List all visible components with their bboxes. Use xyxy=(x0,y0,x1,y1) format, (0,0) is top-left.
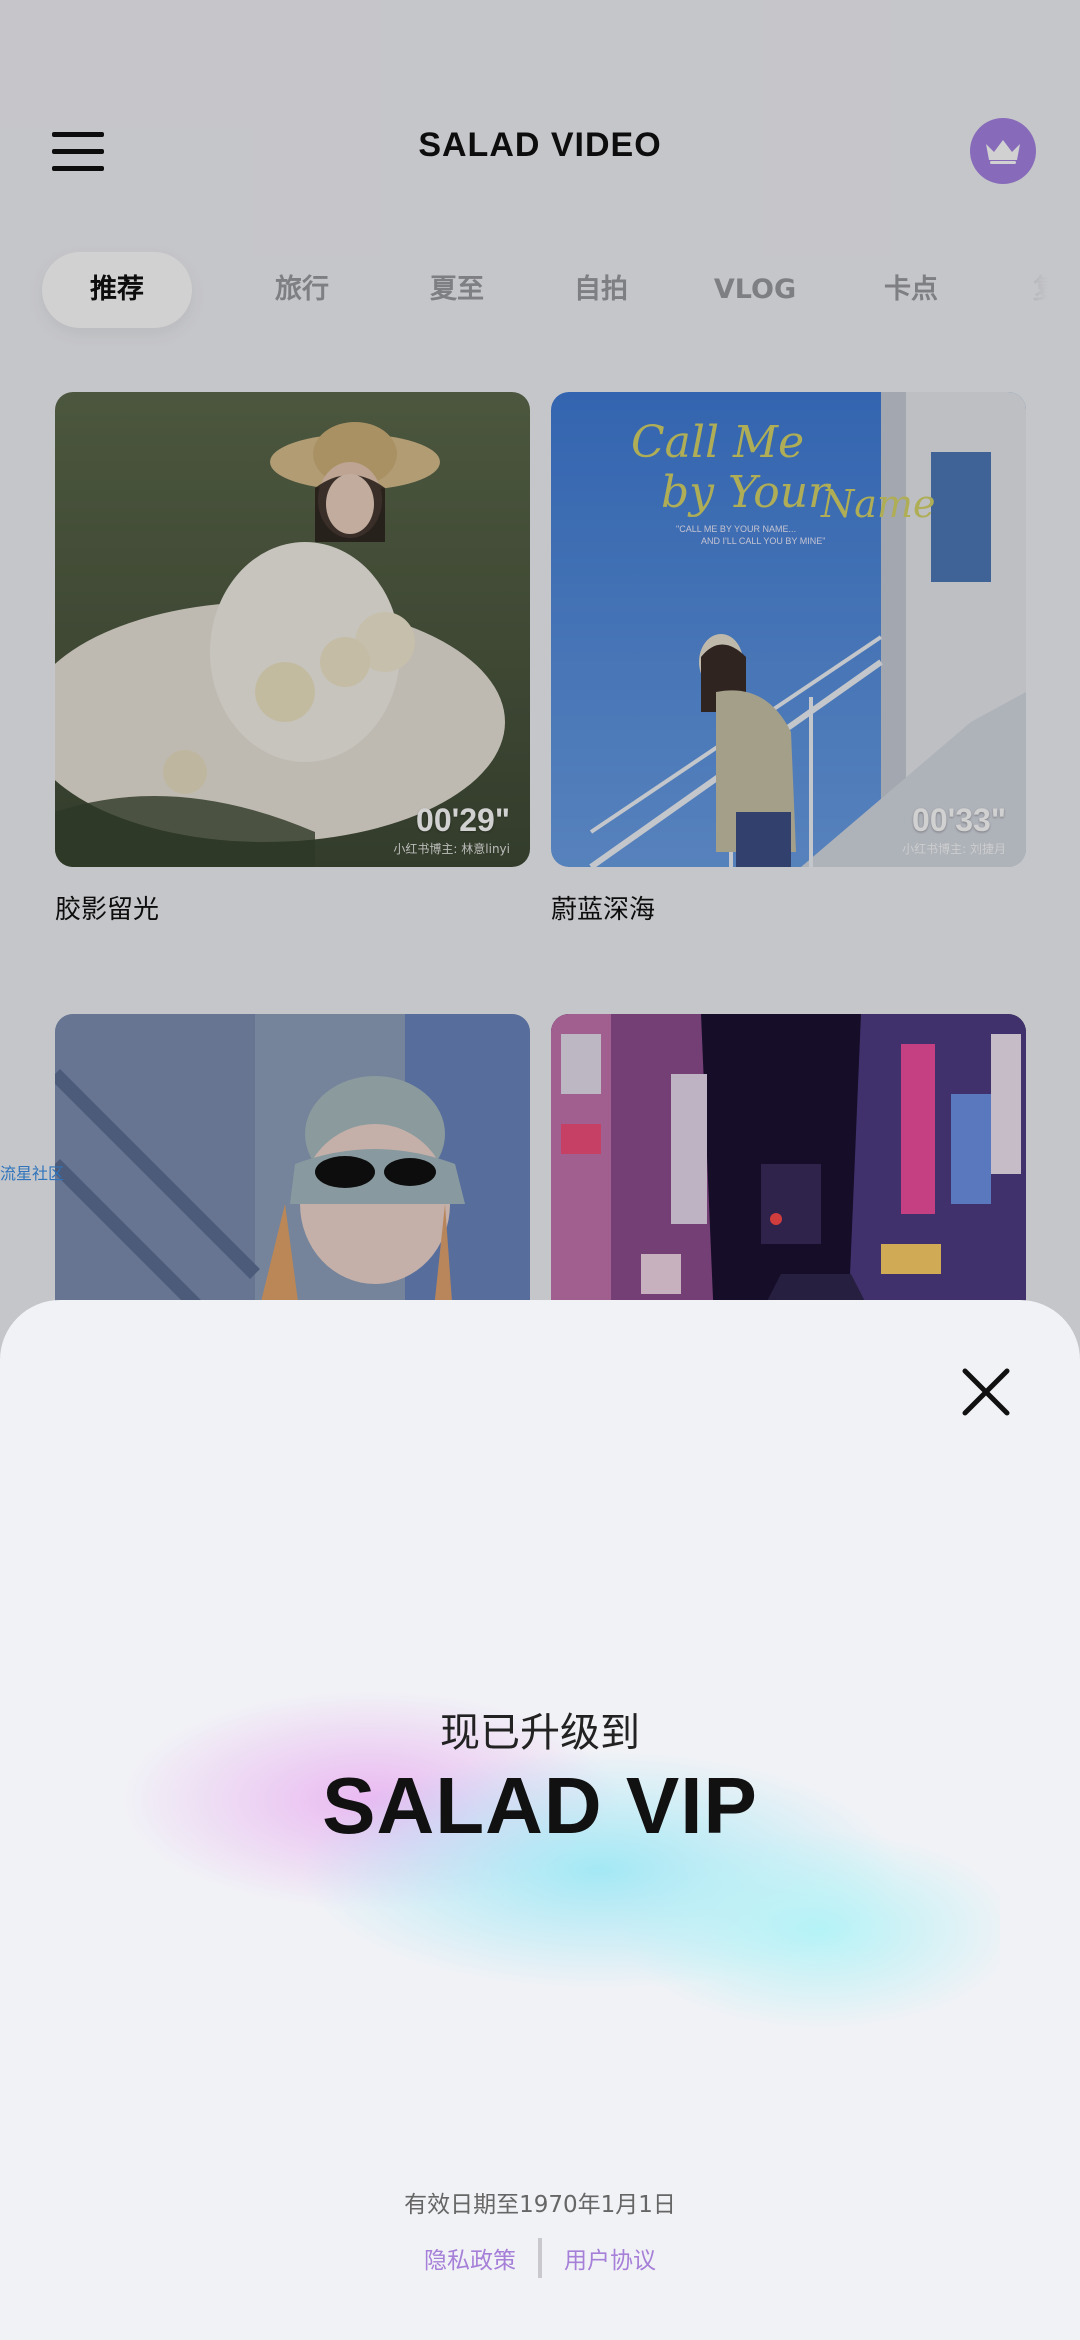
upgrade-subtitle: 现已升级到 xyxy=(440,1710,640,1756)
vip-upgrade-sheet: 现已升级到 SALAD VIP 有效日期至1970年1月1日 隐私政策 用户协议 xyxy=(0,1300,1080,2340)
link-divider xyxy=(538,2238,542,2278)
user-agreement-link[interactable]: 用户协议 xyxy=(564,2241,656,2275)
vip-title: SALAD VIP xyxy=(322,1761,758,1850)
app-root: SALAD VIDEO 推荐 旅行 夏至 自拍 VLOG 卡点 复古 xyxy=(0,0,1080,2340)
legal-links: 隐私政策 用户协议 xyxy=(0,2238,1080,2278)
validity-date: 有效日期至1970年1月1日 xyxy=(404,2192,676,2218)
close-icon[interactable] xyxy=(960,1366,1012,1418)
privacy-policy-link[interactable]: 隐私政策 xyxy=(424,2241,516,2275)
